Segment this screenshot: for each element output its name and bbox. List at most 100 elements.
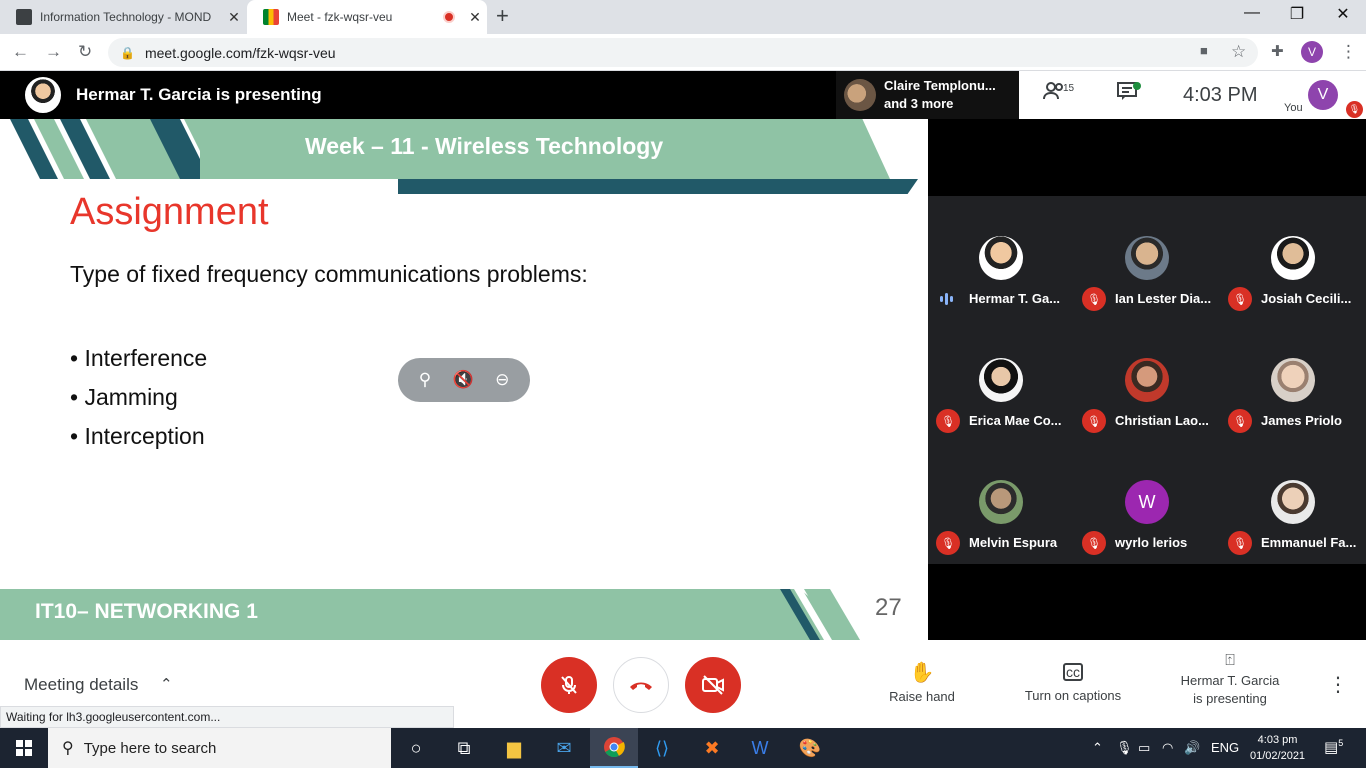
restore-button[interactable]: ❐ bbox=[1274, 4, 1320, 24]
extensions-icon[interactable]: ✚ bbox=[1271, 42, 1284, 60]
participant-name: Erica Mae Co... bbox=[969, 413, 1062, 428]
participant-tile[interactable]: W 🎙 wyrlo lerios bbox=[1074, 440, 1220, 562]
muted-icon: 🎙 bbox=[936, 409, 960, 433]
speaking-indicator-icon bbox=[940, 292, 956, 306]
mini-tile-more: and 3 more bbox=[884, 96, 954, 111]
mail-icon[interactable]: ✉ bbox=[540, 728, 588, 768]
taskbar-time: 4:03 pm bbox=[1257, 734, 1298, 746]
participant-name: Ian Lester Dia... bbox=[1115, 291, 1212, 306]
participant-avatar bbox=[979, 236, 1023, 280]
participant-tile[interactable]: 🎙 Ian Lester Dia... bbox=[1074, 196, 1220, 318]
muted-icon: 🎙 bbox=[1082, 287, 1106, 311]
tab-title: Information Technology - MOND bbox=[40, 10, 212, 24]
xampp-icon[interactable]: ✖ bbox=[688, 728, 736, 768]
participant-tile[interactable]: 🎙 Josiah Cecili... bbox=[1220, 196, 1366, 318]
tray-chevron-up-icon[interactable]: ⌃ bbox=[1092, 740, 1103, 756]
footer-stripes-decoration bbox=[780, 589, 860, 640]
profile-avatar[interactable]: V bbox=[1301, 41, 1323, 63]
tray-mic-icon[interactable]: 🎙 bbox=[1116, 740, 1133, 756]
reload-icon[interactable]: ↻ bbox=[78, 42, 92, 62]
address-bar[interactable]: 🔒 meet.google.com/fzk-wqsr-veu bbox=[108, 38, 1258, 67]
meeting-details-button[interactable]: Meeting details bbox=[24, 675, 138, 695]
pin-icon[interactable]: ⚲ bbox=[419, 370, 431, 390]
muted-icon: 🎙 bbox=[1082, 531, 1106, 555]
remove-tile-icon[interactable]: ⊖ bbox=[495, 370, 509, 390]
taskbar-search-box[interactable]: ⚲ Type here to search bbox=[48, 728, 391, 768]
slide-bullet: • Interception bbox=[70, 423, 205, 449]
task-view-icon[interactable]: ⧉ bbox=[440, 728, 488, 768]
windows-taskbar: ⚲ Type here to search ○ ⧉ ▆ ✉ ⟨⟩ ✖ W 🎨 ⌃… bbox=[0, 728, 1366, 768]
wps-icon[interactable]: W bbox=[736, 728, 784, 768]
participant-name: wyrlo lerios bbox=[1115, 535, 1188, 550]
notification-center-icon[interactable]: ▤5 bbox=[1324, 738, 1343, 756]
url-text: meet.google.com/fzk-wqsr-veu bbox=[144, 44, 336, 61]
tab-meet[interactable]: Meet - fzk-wqsr-veu ✕ bbox=[247, 0, 487, 34]
camera-toggle-button[interactable] bbox=[685, 657, 741, 713]
slide-bullet: • Interference bbox=[70, 345, 208, 371]
camera-off-icon bbox=[702, 675, 724, 695]
raise-hand-button[interactable]: ✋ Raise hand bbox=[880, 660, 964, 704]
chevron-up-icon[interactable]: ⌃ bbox=[160, 675, 173, 693]
browser-status-bar: Waiting for lh3.googleusercontent.com... bbox=[0, 706, 454, 728]
bookmark-star-icon[interactable]: ☆ bbox=[1231, 42, 1246, 62]
people-icon[interactable] bbox=[1043, 81, 1065, 107]
paint-icon[interactable]: 🎨 bbox=[786, 728, 834, 768]
camera-indicator-icon[interactable]: ■ bbox=[1200, 43, 1208, 58]
slide-header-accent-band bbox=[398, 179, 918, 194]
tab-information-technology[interactable]: Information Technology - MOND ✕ bbox=[0, 0, 246, 34]
presenter-avatar bbox=[25, 77, 61, 113]
leave-call-button[interactable] bbox=[613, 657, 669, 713]
captions-icon: cc bbox=[1063, 663, 1083, 681]
cortana-icon[interactable]: ○ bbox=[392, 728, 440, 768]
presenting-status-button[interactable]: ⍐ Hermar T. Garcia is presenting bbox=[1168, 652, 1292, 708]
microphone-toggle-button[interactable] bbox=[541, 657, 597, 713]
participant-tile[interactable]: 🎙 James Priolo bbox=[1220, 318, 1366, 440]
wifi-icon[interactable]: ◠ bbox=[1162, 740, 1173, 756]
back-icon[interactable]: ← bbox=[12, 42, 29, 62]
more-options-icon[interactable]: ⋮ bbox=[1328, 672, 1348, 697]
new-tab-button[interactable]: + bbox=[496, 5, 509, 27]
muted-icon: 🎙 bbox=[1228, 287, 1252, 311]
presenting-label: Hermar T. Garcia is presenting bbox=[76, 85, 322, 104]
participant-tile[interactable]: 🎙 Christian Lao... bbox=[1074, 318, 1220, 440]
vscode-icon[interactable]: ⟨⟩ bbox=[638, 728, 686, 768]
minimize-button[interactable]: — bbox=[1229, 4, 1275, 22]
chrome-taskbar-icon[interactable] bbox=[590, 728, 638, 768]
participant-tile[interactable]: 🎙 Erica Mae Co... bbox=[928, 318, 1074, 440]
language-indicator[interactable]: ENG bbox=[1211, 740, 1239, 755]
muted-icon: 🎙 bbox=[1082, 409, 1106, 433]
volume-icon[interactable]: 🔊 bbox=[1184, 740, 1200, 756]
raise-hand-label: Raise hand bbox=[889, 689, 955, 704]
people-count-badge: 15 bbox=[1063, 83, 1075, 94]
muted-icon: 🎙 bbox=[936, 531, 960, 555]
search-icon: ⚲ bbox=[62, 740, 74, 757]
windows-logo-icon bbox=[16, 740, 32, 756]
battery-icon[interactable]: ▭ bbox=[1138, 740, 1150, 756]
participant-letter-avatar: W bbox=[1125, 480, 1169, 524]
close-window-button[interactable]: ✕ bbox=[1320, 4, 1366, 24]
captions-button[interactable]: cc Turn on captions bbox=[1013, 660, 1133, 703]
muted-icon: 🎙 bbox=[1228, 409, 1252, 433]
lock-icon[interactable]: 🔒 bbox=[120, 46, 135, 60]
mute-for-me-icon[interactable]: 🔇 bbox=[453, 370, 474, 390]
close-tab-icon[interactable]: ✕ bbox=[463, 9, 487, 26]
taskbar-clock[interactable]: 4:03 pm 01/02/2021 bbox=[1250, 732, 1305, 764]
file-explorer-icon[interactable]: ▆ bbox=[490, 728, 538, 768]
participant-tile[interactable]: 🎙 Emmanuel Fa... bbox=[1220, 440, 1366, 562]
forward-icon[interactable]: → bbox=[45, 42, 62, 62]
browser-tab-strip: Information Technology - MOND ✕ Meet - f… bbox=[0, 0, 1366, 34]
participants-mini-tile[interactable]: Claire Templonu... and 3 more bbox=[836, 71, 1019, 119]
participant-tile[interactable]: Hermar T. Ga... bbox=[928, 196, 1074, 318]
muted-icon: 🎙 bbox=[1228, 531, 1252, 555]
self-avatar[interactable]: V bbox=[1308, 80, 1338, 110]
mic-off-icon bbox=[561, 676, 577, 694]
participant-tile[interactable]: 🎙 Melvin Espura bbox=[928, 440, 1074, 562]
slide-subheading: Type of fixed frequency communications p… bbox=[70, 261, 588, 287]
meet-favicon-icon bbox=[263, 9, 279, 25]
start-button[interactable] bbox=[0, 728, 48, 768]
browser-menu-icon[interactable]: ⋮ bbox=[1340, 42, 1357, 62]
present-screen-icon: ⍐ bbox=[1225, 652, 1235, 669]
presenting-status-name: Hermar T. Garcia bbox=[1180, 673, 1280, 688]
participant-name: Hermar T. Ga... bbox=[969, 291, 1061, 306]
close-tab-icon[interactable]: ✕ bbox=[222, 9, 246, 26]
